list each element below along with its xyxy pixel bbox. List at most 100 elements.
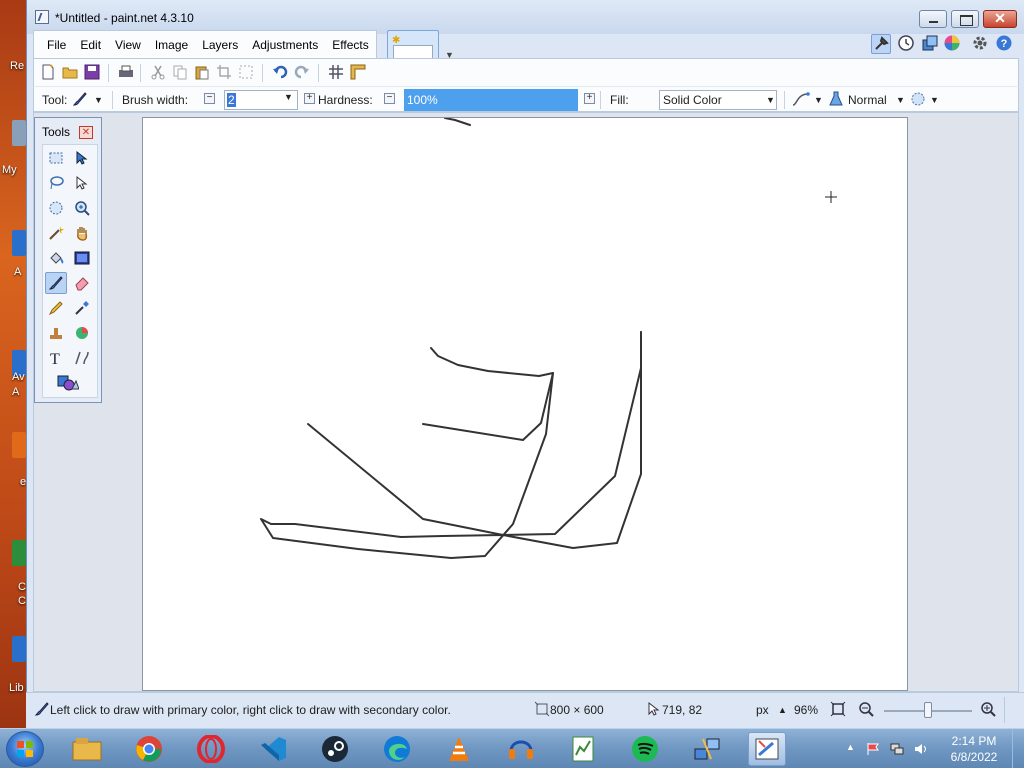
title-bar[interactable]: *Untitled - paint.net 4.3.10 ✕: [27, 0, 1024, 34]
layers-window-toggle[interactable]: [921, 34, 941, 54]
lasso-select-tool-icon[interactable]: [45, 172, 67, 194]
hardness-increase-button[interactable]: +: [584, 93, 595, 104]
undo-icon[interactable]: [272, 64, 288, 80]
taskbar-network-tool-icon[interactable]: [690, 732, 724, 766]
pixel-grid-icon[interactable]: [328, 64, 344, 80]
redo-icon[interactable]: [294, 64, 310, 80]
color-picker-tool-icon[interactable]: [71, 297, 93, 319]
move-selection-tool-icon[interactable]: [71, 172, 93, 194]
taskbar-vlc-icon[interactable]: [442, 732, 476, 766]
hardness-slider[interactable]: 100%: [404, 89, 578, 111]
crop-to-selection-icon[interactable]: [216, 64, 232, 80]
paintbrush-tool-icon[interactable]: [72, 91, 88, 107]
taskbar-chrome-icon[interactable]: [132, 732, 166, 766]
zoom-to-window-icon[interactable]: [830, 701, 846, 717]
units-select[interactable]: px: [756, 703, 769, 717]
menu-image[interactable]: Image: [148, 38, 195, 52]
zoom-tool-icon[interactable]: [71, 197, 93, 219]
blend-mode-value[interactable]: Normal: [848, 93, 887, 107]
tools-window-toggle[interactable]: [871, 34, 891, 54]
rectangle-select-tool-icon[interactable]: [45, 147, 67, 169]
menu-adjustments[interactable]: Adjustments: [245, 38, 325, 52]
paste-icon[interactable]: [194, 64, 210, 80]
close-button[interactable]: ✕: [983, 10, 1017, 28]
tray-clock-time[interactable]: 2:14 PM: [944, 734, 1004, 748]
show-desktop-button[interactable]: [1012, 729, 1024, 768]
magic-wand-tool-icon[interactable]: [45, 222, 67, 244]
tools-panel-close-button[interactable]: ✕: [79, 126, 93, 139]
taskbar-steam-icon[interactable]: [318, 732, 352, 766]
colors-window-toggle[interactable]: [943, 34, 963, 54]
text-tool-icon[interactable]: T: [45, 347, 67, 369]
antialiasing-dropdown-icon[interactable]: ▼: [814, 95, 823, 105]
new-image-icon[interactable]: [40, 64, 56, 80]
brush-stroke: [422, 347, 554, 441]
blend-mode-flask-icon[interactable]: [828, 91, 844, 107]
move-selected-pixels-tool-icon[interactable]: [71, 147, 93, 169]
brush-width-dropdown-icon[interactable]: ▼: [284, 92, 293, 102]
fill-mode-select[interactable]: Solid Color: [659, 90, 777, 110]
settings-gear-icon[interactable]: [971, 34, 991, 54]
tray-clock-date[interactable]: 6/8/2022: [944, 750, 1004, 764]
pan-hand-tool-icon[interactable]: [71, 222, 93, 244]
menu-view[interactable]: View: [108, 38, 148, 52]
pencil-tool-icon[interactable]: [45, 297, 67, 319]
tray-flag-icon[interactable]: [866, 742, 880, 756]
zoom-in-icon[interactable]: [980, 701, 996, 717]
tray-network-icon[interactable]: [890, 742, 904, 756]
taskbar-audacity-icon[interactable]: [504, 732, 538, 766]
taskbar-file-explorer-icon[interactable]: [70, 732, 104, 766]
tray-volume-icon[interactable]: [914, 742, 928, 756]
history-window-toggle[interactable]: [897, 34, 917, 54]
minimize-button[interactable]: [919, 10, 947, 28]
shapes-tool-icon[interactable]: [57, 372, 79, 394]
menu-effects[interactable]: Effects: [325, 38, 375, 52]
tray-overflow-icon[interactable]: ▲: [846, 742, 855, 752]
gradient-tool-icon[interactable]: [71, 247, 93, 269]
brush-width-label: Brush width:: [122, 93, 189, 107]
print-icon[interactable]: [118, 64, 134, 80]
taskbar-vscode-icon[interactable]: [256, 732, 290, 766]
taskbar-spotify-icon[interactable]: [628, 732, 662, 766]
image-size-readout: 800 × 600: [550, 703, 604, 717]
zoom-out-icon[interactable]: [858, 701, 874, 717]
taskbar-edge-icon[interactable]: [380, 732, 414, 766]
paintbrush-tool-icon[interactable]: [45, 272, 67, 294]
open-folder-icon[interactable]: [62, 64, 78, 80]
menu-layers[interactable]: Layers: [195, 38, 245, 52]
clipping-dropdown-icon[interactable]: ▼: [930, 95, 939, 105]
zoom-readout[interactable]: 96%: [794, 703, 818, 717]
deselect-icon[interactable]: [238, 64, 254, 80]
menu-edit[interactable]: Edit: [73, 38, 108, 52]
save-icon[interactable]: [84, 64, 100, 80]
resize-grip[interactable]: [1004, 697, 1016, 723]
fill-dropdown-icon[interactable]: ▼: [766, 95, 775, 105]
start-button[interactable]: [6, 731, 44, 767]
antialiasing-icon[interactable]: [792, 91, 810, 107]
brush-width-increase-button[interactable]: +: [304, 93, 315, 104]
maximize-button[interactable]: [951, 10, 979, 28]
taskbar-opera-icon[interactable]: [194, 732, 228, 766]
eraser-tool-icon[interactable]: [71, 272, 93, 294]
taskbar-notepad-chart-icon[interactable]: [566, 732, 600, 766]
brush-width-decrease-button[interactable]: −: [204, 93, 215, 104]
units-dropdown-icon[interactable]: ▲: [778, 705, 787, 715]
hardness-decrease-button[interactable]: −: [384, 93, 395, 104]
recolor-tool-icon[interactable]: [71, 322, 93, 344]
paintnet-app-icon: [35, 10, 49, 24]
drawing-canvas[interactable]: [142, 117, 908, 691]
menu-file[interactable]: File: [40, 38, 73, 52]
cut-icon[interactable]: [150, 64, 166, 80]
copy-icon[interactable]: [172, 64, 188, 80]
blend-mode-dropdown-icon[interactable]: ▼: [896, 95, 905, 105]
help-icon[interactable]: ?: [995, 34, 1015, 54]
zoom-slider-thumb[interactable]: [924, 702, 932, 718]
paint-bucket-tool-icon[interactable]: [45, 247, 67, 269]
clone-stamp-tool-icon[interactable]: [45, 322, 67, 344]
tool-dropdown-icon[interactable]: ▼: [94, 95, 103, 105]
ellipse-select-tool-icon[interactable]: [45, 197, 67, 219]
selection-clipping-icon[interactable]: [910, 91, 926, 107]
taskbar-paintnet-icon[interactable]: [748, 732, 786, 766]
rulers-icon[interactable]: [350, 64, 366, 80]
line-curve-tool-icon[interactable]: [71, 347, 93, 369]
